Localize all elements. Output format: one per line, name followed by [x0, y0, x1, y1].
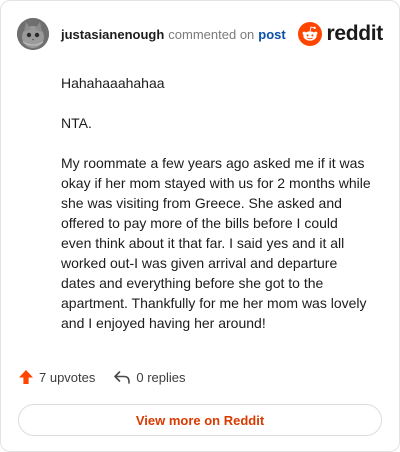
comment-header: justasianenough commented on post reddit — [17, 17, 383, 51]
username[interactable]: justasianenough — [61, 27, 164, 42]
view-more-button[interactable]: View more on Reddit — [18, 404, 382, 436]
comment-paragraph: NTA. — [61, 115, 92, 131]
header-text: justasianenough commented on post — [61, 27, 286, 42]
post-link[interactable]: post — [258, 27, 285, 42]
comment-paragraph: Hahahaaahahaa — [61, 75, 165, 91]
reply-count: 0 replies — [136, 369, 186, 385]
comment-paragraph: My roommate a few years ago asked me if … — [61, 155, 371, 331]
replies-button[interactable]: 0 replies — [113, 369, 186, 385]
reply-arrow-icon — [114, 371, 131, 384]
cat-avatar-icon — [17, 18, 49, 50]
brand-wordmark: reddit — [326, 22, 383, 45]
upvote-count: 7 upvotes — [39, 369, 96, 385]
upvote-button[interactable]: 7 upvotes — [18, 369, 95, 385]
comment-card: justasianenough commented on post reddit… — [0, 0, 400, 452]
avatar[interactable] — [17, 18, 49, 50]
reddit-logo-icon — [298, 22, 323, 46]
comment-body: Hahahaaahahaa NTA. My roommate a few yea… — [61, 73, 371, 353]
reddit-brand[interactable]: reddit — [298, 22, 383, 46]
action-text: commented on — [168, 26, 255, 42]
comment-footer: 7 upvotes 0 replies — [18, 369, 186, 385]
upvote-arrow-icon — [19, 370, 33, 384]
